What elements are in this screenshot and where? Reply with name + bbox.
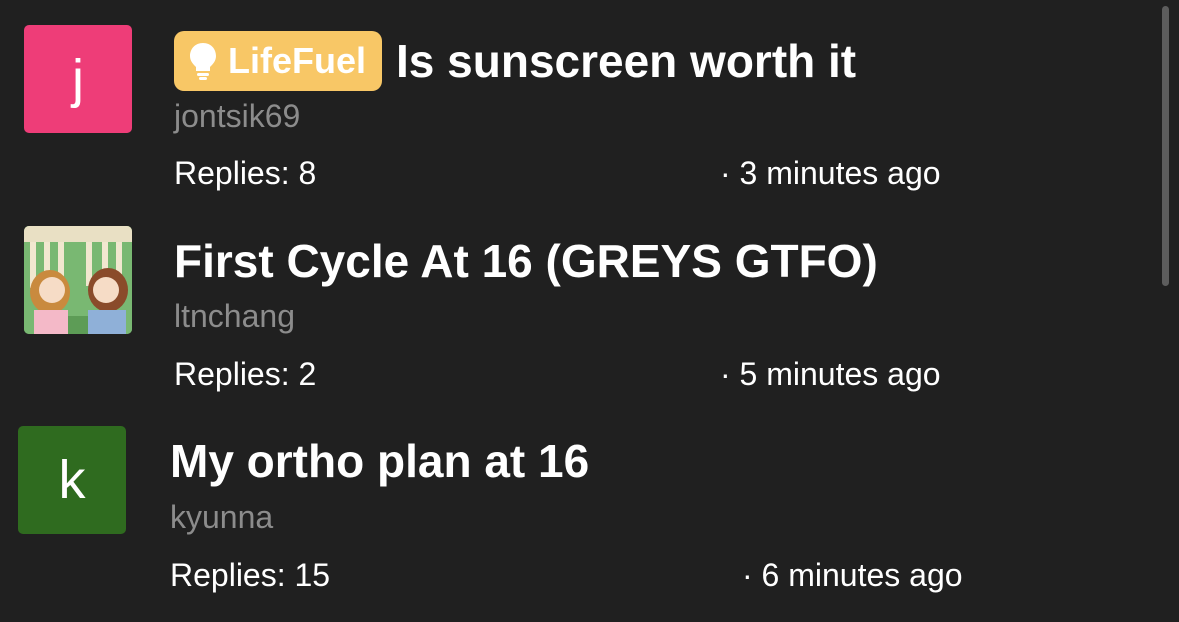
avatar-image — [24, 226, 132, 334]
thread-time: · 6 minutes ago — [742, 557, 963, 593]
avatar-letter: j — [72, 49, 84, 109]
thread-item[interactable]: j LifeFuel Is sunscreen worth it jontsik… — [0, 0, 1150, 200]
thread-title[interactable]: Is sunscreen worth it — [396, 34, 856, 88]
avatar[interactable]: k — [18, 426, 126, 534]
category-tag-label: LifeFuel — [228, 40, 367, 81]
thread-author[interactable]: kyunna — [170, 499, 273, 536]
avatar[interactable] — [24, 226, 132, 334]
thread-author[interactable]: jontsik69 — [174, 98, 300, 135]
scrollbar[interactable] — [1162, 6, 1169, 286]
thread-item[interactable]: k My ortho plan at 16 kyunna Replies: 15… — [0, 400, 1150, 600]
thread-time: · 5 minutes ago — [720, 356, 941, 392]
lightbulb-icon — [190, 43, 216, 80]
avatar[interactable]: j — [24, 25, 132, 133]
thread-title[interactable]: My ortho plan at 16 — [170, 434, 589, 488]
replies-count: Replies: 2 — [174, 356, 317, 392]
thread-author[interactable]: ltnchang — [174, 298, 295, 335]
category-tag[interactable]: LifeFuel — [174, 31, 383, 91]
thread-item[interactable]: First Cycle At 16 (GREYS GTFO) ltnchang … — [0, 200, 1150, 400]
replies-count: Replies: 15 — [170, 557, 331, 593]
replies-count: Replies: 8 — [174, 155, 317, 191]
avatar-letter: k — [58, 450, 86, 510]
thread-title[interactable]: First Cycle At 16 (GREYS GTFO) — [174, 234, 878, 288]
thread-time: · 3 minutes ago — [720, 155, 941, 191]
